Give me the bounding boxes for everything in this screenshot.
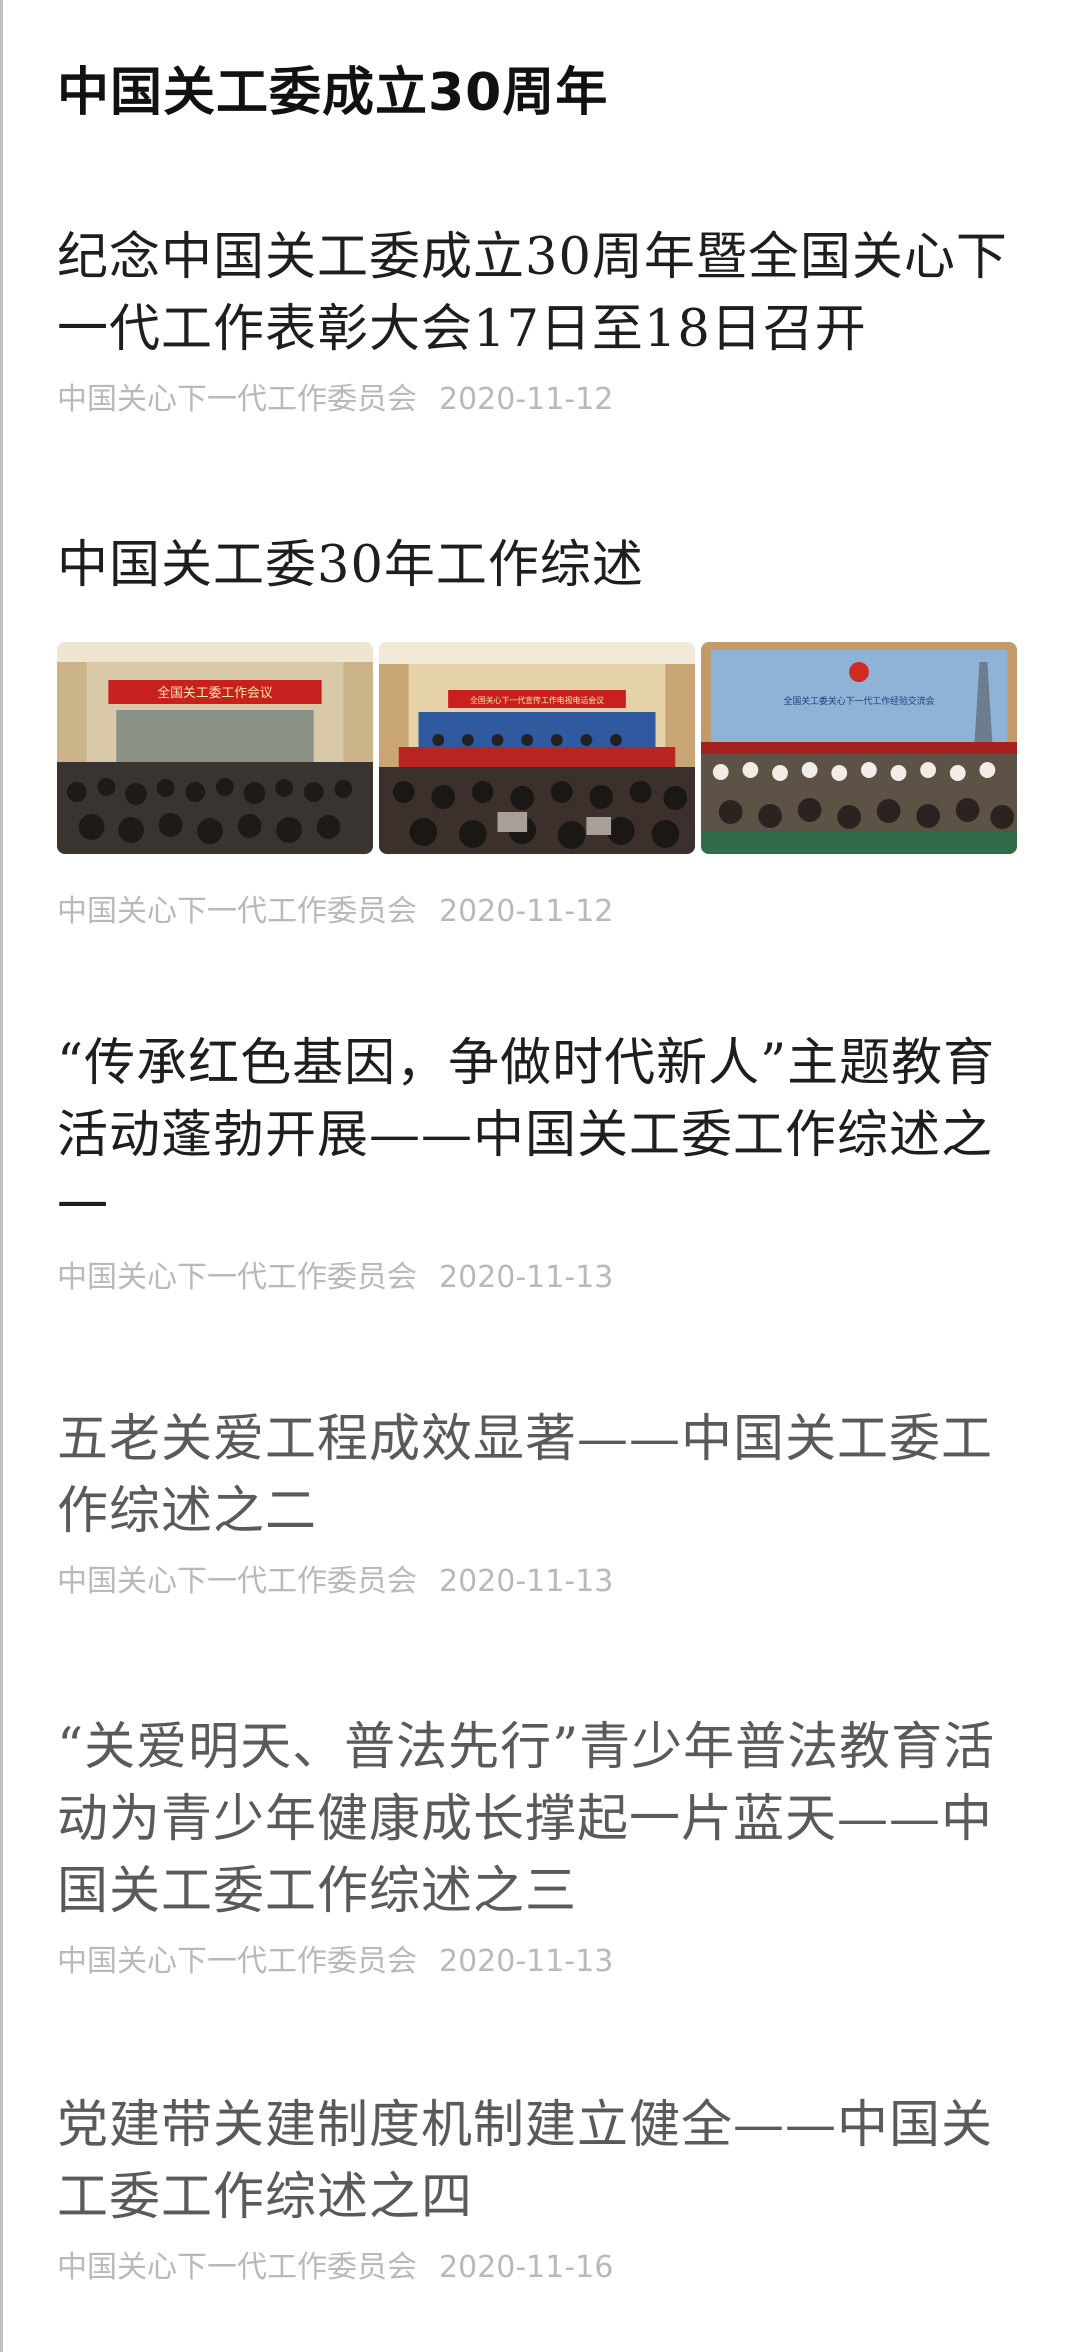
article-meta: 中国关心下一代工作委员会 2020-11-13 <box>57 1942 1017 1982</box>
article-title[interactable]: “传承红色基因，争做时代新人”主题教育活动蓬勃开展——中国关工委工作综述之一 <box>57 1028 1017 1244</box>
svg-text:全国关工委关心下一代工作经验交流会: 全国关工委关心下一代工作经验交流会 <box>784 695 935 707</box>
article-item-2[interactable]: 中国关工委30年工作综述 全国关工委工作会议 全国关心下一代宣传工作电视电话会议… <box>57 530 1017 932</box>
page-title: 中国关工委成立30周年 <box>57 63 609 123</box>
article-date: 2020-11-13 <box>439 1944 614 1979</box>
article-title[interactable]: 纪念中国关工委成立30周年暨全国关心下一代工作表彰大会17日至18日召开 <box>57 222 1017 366</box>
article-title[interactable]: 党建带关建制度机制建立健全——中国关工委工作综述之四 <box>57 2090 1017 2234</box>
article-meta: 中国关心下一代工作委员会 2020-11-12 <box>57 380 1017 420</box>
article-item-3[interactable]: “传承红色基因，争做时代新人”主题教育活动蓬勃开展——中国关工委工作综述之一 中… <box>57 1028 1017 1298</box>
article-image-gallery[interactable]: 全国关工委工作会议 全国关心下一代宣传工作电视电话会议 全国关工委关心下一代工作… <box>57 642 1017 854</box>
article-meta: 中国关心下一代工作委员会 2020-11-13 <box>57 1562 1017 1602</box>
conference-photo-icon: 全国关工委关心下一代工作经验交流会 <box>701 642 1017 854</box>
article-meta: 中国关心下一代工作委员会 2020-11-16 <box>57 2248 1017 2288</box>
article-title[interactable]: 中国关工委30年工作综述 <box>57 530 1017 602</box>
svg-text:全国关工委工作会议: 全国关工委工作会议 <box>157 685 273 701</box>
article-date: 2020-11-12 <box>439 382 614 417</box>
article-meta: 中国关心下一代工作委员会 2020-11-13 <box>57 1258 1017 1298</box>
article-date: 2020-11-13 <box>439 1260 614 1295</box>
conference-photo-icon: 全国关工委工作会议 <box>57 642 373 854</box>
article-source: 中国关心下一代工作委员会 <box>57 1944 417 1979</box>
article-item-1[interactable]: 纪念中国关工委成立30周年暨全国关心下一代工作表彰大会17日至18日召开 中国关… <box>57 222 1017 420</box>
article-meta: 中国关心下一代工作委员会 2020-11-12 <box>57 892 1017 932</box>
conference-photo-icon: 全国关心下一代宣传工作电视电话会议 <box>379 642 695 854</box>
article-source: 中国关心下一代工作委员会 <box>57 894 417 929</box>
article-image-3[interactable]: 全国关工委关心下一代工作经验交流会 <box>701 642 1017 854</box>
article-date: 2020-11-16 <box>439 2250 614 2285</box>
article-item-5[interactable]: “关爱明天、普法先行”青少年普法教育活动为青少年健康成长撑起一片蓝天——中国关工… <box>57 1712 1017 1982</box>
article-date: 2020-11-13 <box>439 1564 614 1599</box>
article-item-4[interactable]: 五老关爱工程成效显著——中国关工委工作综述之二 中国关心下一代工作委员会 2020… <box>57 1404 1017 1602</box>
article-image-1[interactable]: 全国关工委工作会议 <box>57 642 373 854</box>
article-date: 2020-11-12 <box>439 894 614 929</box>
article-title[interactable]: 五老关爱工程成效显著——中国关工委工作综述之二 <box>57 1404 1017 1548</box>
article-title[interactable]: “关爱明天、普法先行”青少年普法教育活动为青少年健康成长撑起一片蓝天——中国关工… <box>57 1712 1017 1928</box>
svg-text:全国关心下一代宣传工作电视电话会议: 全国关心下一代宣传工作电视电话会议 <box>470 695 604 705</box>
article-source: 中国关心下一代工作委员会 <box>57 1564 417 1599</box>
article-image-2[interactable]: 全国关心下一代宣传工作电视电话会议 <box>379 642 695 854</box>
article-item-6[interactable]: 党建带关建制度机制建立健全——中国关工委工作综述之四 中国关心下一代工作委员会 2… <box>57 2090 1017 2288</box>
article-source: 中国关心下一代工作委员会 <box>57 382 417 417</box>
article-source: 中国关心下一代工作委员会 <box>57 2250 417 2285</box>
article-source: 中国关心下一代工作委员会 <box>57 1260 417 1295</box>
